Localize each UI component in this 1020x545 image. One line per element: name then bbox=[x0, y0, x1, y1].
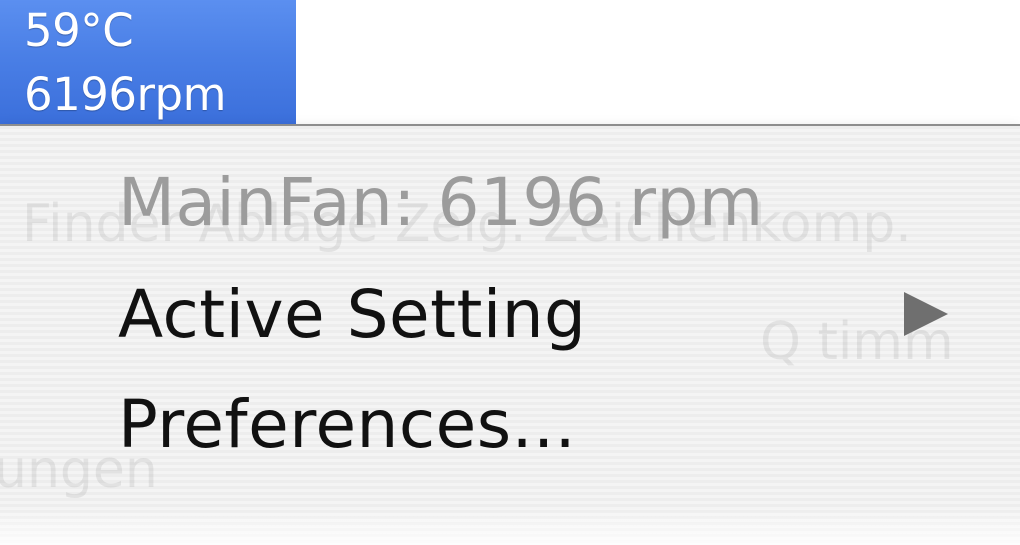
submenu-arrow-icon bbox=[904, 292, 948, 336]
fan-speed-readout: 6196rpm bbox=[24, 68, 226, 121]
fan-status-menu-item[interactable]: 59°C 6196rpm bbox=[0, 0, 296, 124]
menu-item-active-setting[interactable]: Active Setting bbox=[118, 282, 586, 348]
menu-item-preferences[interactable]: Preferences... bbox=[118, 392, 576, 458]
status-dropdown-menu: Finder Ablage Zeig. Zeichenkomp. Q timm … bbox=[0, 124, 1020, 545]
menu-item-mainfan-speed: MainFan: 6196 rpm bbox=[118, 164, 764, 241]
temperature-readout: 59°C bbox=[24, 4, 134, 57]
screen: 59°C 6196rpm Finder Ablage Zeig. Zeichen… bbox=[0, 0, 1020, 545]
